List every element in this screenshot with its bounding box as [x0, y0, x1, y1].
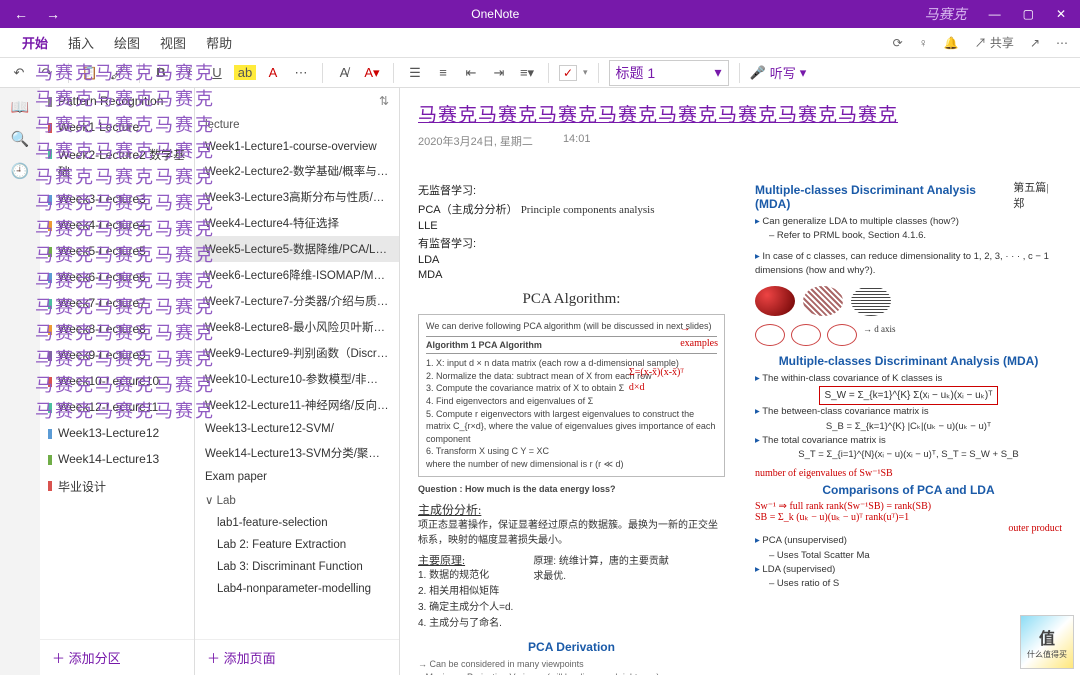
note-canvas[interactable]: 马赛克马赛克马赛克马赛克马赛克马赛克马赛克马赛克 2020年3月24日, 星期二…: [400, 88, 1080, 675]
sync-icon[interactable]: ⟳: [893, 36, 903, 50]
watermark: 值 什么值得买: [1020, 615, 1074, 669]
fullscreen-icon[interactable]: ↗: [1030, 36, 1040, 50]
underline-button[interactable]: U: [206, 62, 228, 84]
section-item[interactable]: Week1-Lecture: [40, 114, 194, 140]
algorithm-box: We can derive following PCA algorithm (w…: [418, 314, 725, 477]
page-item[interactable]: Exam paper: [195, 466, 399, 488]
clear-format-button[interactable]: A̸: [333, 62, 355, 84]
nav-rail: 📖 🔍 🕘: [0, 88, 40, 675]
bulb-icon[interactable]: ♀: [919, 36, 928, 50]
page-item[interactable]: Week14-Lecture13-SVM分类/聚类分析-...: [195, 440, 399, 466]
page-item[interactable]: Week2-Lecture2-数学基础/概率与随机变...: [195, 158, 399, 184]
todo-checkbox[interactable]: ✓: [559, 65, 577, 81]
page-item[interactable]: Week8-Lecture8-最小风险贝叶斯决策: [195, 314, 399, 340]
notebook-icon[interactable]: 📖: [11, 98, 30, 116]
page-item[interactable]: Lab 3: Discriminant Function: [195, 556, 399, 578]
page-item[interactable]: Week9-Lecture9-判别函数（Discriminat...: [195, 340, 399, 366]
close-button[interactable]: ✕: [1056, 7, 1066, 21]
ellipse-diagram: [755, 286, 1062, 316]
more-icon[interactable]: ⋯: [1056, 36, 1068, 50]
menu-tab-绘图[interactable]: 绘图: [104, 36, 150, 51]
section-item[interactable]: Week14-Lecture13: [40, 446, 194, 472]
menu-tab-视图[interactable]: 视图: [150, 36, 196, 51]
section-item[interactable]: Week4-Lecture4: [40, 212, 194, 238]
section-item[interactable]: Week12-Lecture11: [40, 394, 194, 420]
section-item[interactable]: Week10-Lecture10: [40, 368, 194, 394]
clipboard-button[interactable]: 📋: [79, 62, 101, 84]
page-item[interactable]: ∨ Lab: [195, 488, 399, 512]
align-button[interactable]: ≡▾: [516, 62, 538, 84]
menu-tab-插入[interactable]: 插入: [58, 36, 104, 51]
section-item[interactable]: Week13-Lecture12: [40, 420, 194, 446]
indent-button[interactable]: ⇥: [488, 62, 510, 84]
numbering-button[interactable]: ≡: [432, 62, 454, 84]
outdent-button[interactable]: ⇤: [460, 62, 482, 84]
section-item[interactable]: Week8-Lecture8: [40, 316, 194, 342]
bullets-button[interactable]: ☰: [404, 62, 426, 84]
redo-button[interactable]: ↷: [36, 62, 58, 84]
add-page-button[interactable]: ＋ 添加页面: [195, 639, 399, 675]
section-item[interactable]: Week2-Lecture2 数学基础: [40, 140, 194, 186]
undo-button[interactable]: ↶: [8, 62, 30, 84]
sections-panel: Pattern RecognitionWeek1-LectureWeek2-Le…: [40, 88, 195, 675]
note-left-column: 无监督学习: PCA（主成分分析） Principle components a…: [418, 179, 725, 675]
user-name[interactable]: 马赛克: [917, 4, 975, 24]
page-item[interactable]: Week3-Lecture3高斯分布与性质/距离/线...: [195, 184, 399, 210]
add-section-button[interactable]: ＋ 添加分区: [40, 639, 194, 675]
bell-icon[interactable]: 🔔: [944, 36, 959, 50]
max-button[interactable]: ▢: [1023, 7, 1034, 21]
dictate-button[interactable]: 🎤 听写 ▾: [750, 63, 807, 82]
section-item[interactable]: Week9-Lecture9: [40, 342, 194, 368]
titlebar: ← → OneNote 马赛克 — ▢ ✕: [0, 0, 1080, 28]
page-title[interactable]: 马赛克马赛克马赛克马赛克马赛克马赛克马赛克马赛克: [418, 100, 1062, 127]
menubar: 开始插入绘图视图帮助 ⟳ ♀ 🔔 ↗ 共享 ↗ ⋯: [0, 28, 1080, 58]
section-item[interactable]: 毕业设计: [40, 472, 194, 501]
page-item[interactable]: Week7-Lecture7-分类器/介绍与质量评估: [195, 288, 399, 314]
style-select[interactable]: 标题 1▾: [609, 60, 729, 86]
page-date: 2020年3月24日, 星期二14:01: [418, 133, 1062, 149]
recent-icon[interactable]: 🕘: [11, 162, 30, 180]
paintbrush-button[interactable]: 🖌: [107, 62, 129, 84]
section-item[interactable]: Week3-Lecture3: [40, 186, 194, 212]
section-item[interactable]: Week5-Lecture5: [40, 238, 194, 264]
page-item[interactable]: Week10-Lecture10-参数模型/非参数模型: [195, 366, 399, 392]
section-item[interactable]: Week7-Lecture7: [40, 290, 194, 316]
page-item[interactable]: Week4-Lecture4-特征选择: [195, 210, 399, 236]
note-right-column: Multiple-classes Discriminant Analysis (…: [755, 179, 1062, 675]
app-title: OneNote: [74, 7, 917, 21]
italic-button[interactable]: I: [178, 62, 200, 84]
menu-tab-帮助[interactable]: 帮助: [196, 36, 242, 51]
page-item[interactable]: Week1-Lecture1-course-overview: [195, 136, 399, 158]
section-item[interactable]: Pattern Recognition: [40, 88, 194, 114]
page-item[interactable]: Week12-Lecture11-神经网络/反向传播: [195, 392, 399, 418]
page-item[interactable]: lab1-feature-selection: [195, 512, 399, 534]
font-color2-button[interactable]: A▾: [361, 62, 383, 84]
nav-fwd[interactable]: →: [46, 6, 60, 22]
page-item[interactable]: lecture: [195, 114, 399, 136]
page-item[interactable]: Week5-Lecture5-数据降维/PCA/LLE/LD...: [195, 236, 399, 262]
page-item[interactable]: Week6-Lecture6降维-ISOMAP/MDS/LLA: [195, 262, 399, 288]
page-item[interactable]: Lab4-nonparameter-modelling: [195, 578, 399, 600]
bold-button[interactable]: B: [150, 62, 172, 84]
section-item[interactable]: Week6-Lecture6: [40, 264, 194, 290]
highlight-button[interactable]: ab: [234, 62, 256, 84]
font-color-button[interactable]: A: [262, 62, 284, 84]
more-format-button[interactable]: ⋯: [290, 62, 312, 84]
nav-back[interactable]: ←: [14, 6, 28, 22]
page-item[interactable]: Week13-Lecture12-SVM/: [195, 418, 399, 440]
toolbar: ↶ ↷ 📋 🖌 B I U ab A ⋯ A̸ A▾ ☰ ≡ ⇤ ⇥ ≡▾ ✓▾…: [0, 58, 1080, 88]
sort-icon[interactable]: ⇅: [379, 94, 389, 108]
min-button[interactable]: —: [989, 7, 1001, 21]
pages-panel: ⇅ lectureWeek1-Lecture1-course-overviewW…: [195, 88, 400, 675]
search-icon[interactable]: 🔍: [11, 130, 30, 148]
page-item[interactable]: Lab 2: Feature Extraction: [195, 534, 399, 556]
menu-tab-开始[interactable]: 开始: [12, 36, 58, 51]
share-button[interactable]: ↗ 共享: [975, 34, 1014, 51]
